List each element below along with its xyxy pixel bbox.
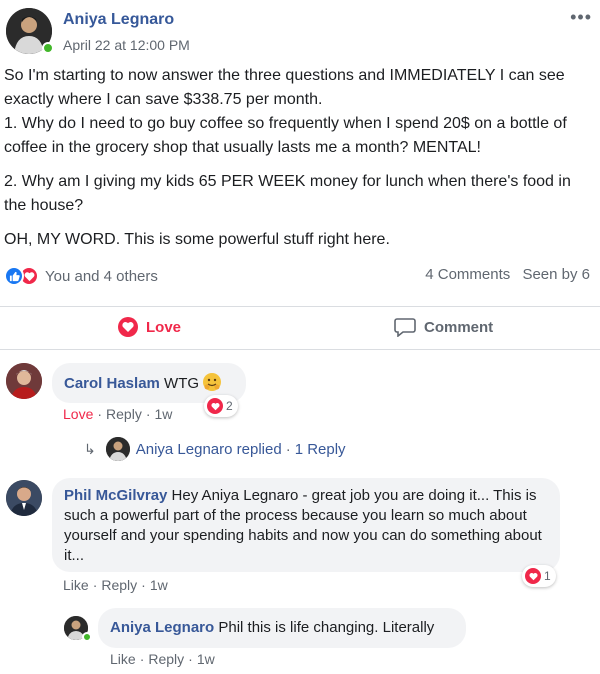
comment-author-name[interactable]: Carol Haslam [64,375,160,392]
post-text-line: So I'm starting to now answer the three … [4,67,565,108]
love-icon [118,317,138,337]
reactions-text: You and 4 others [45,267,158,285]
comment-reaction-count: 2 [226,399,233,413]
reactions-summary[interactable]: You and 4 others [4,264,158,288]
comment-like-link[interactable]: Like [63,577,89,593]
reply-like-link[interactable]: Like [110,651,136,667]
comment-meta: Like · Reply · 1w [63,577,168,593]
comment-button-label: Comment [424,318,494,336]
post-text-line: 1. Why do I need to go buy coffee so fre… [4,115,567,156]
replies-count-link[interactable]: 1 Reply [295,441,346,458]
post-timestamp[interactable]: April 22 at 12:00 PM [63,37,190,53]
reply-bubble: Aniya Legnaro Phil this is life changing… [98,608,466,648]
post-body: So I'm starting to now answer the three … [4,64,592,252]
more-options-icon[interactable]: ••• [570,7,592,28]
comment-reply-link[interactable]: Reply [101,577,137,593]
commenter-avatar[interactable] [6,480,42,516]
comment-button[interactable]: Comment [394,317,493,337]
reply-meta: Like · Reply · 1w [110,651,215,667]
comment-author-name[interactable]: Phil McGilvray [64,487,167,504]
comment-reply-link[interactable]: Reply [106,406,142,422]
comment-icon [394,318,416,337]
online-status-icon [42,42,54,54]
comment-bubble: Phil McGilvray Hey Aniya Legnaro - great… [52,478,560,572]
reply-time[interactable]: 1w [197,651,215,667]
reply-arrow-icon: ↳ [84,440,96,457]
seen-by-link[interactable]: Seen by 6 [522,266,590,283]
post-text-line: OH, MY WORD. This is some powerful stuff… [4,231,390,248]
comment-text: WTG [164,375,200,392]
love-button[interactable]: Love [118,317,181,337]
love-reaction-icon [207,398,223,414]
comment-reaction-count: 1 [544,569,551,583]
comment-reaction-badge[interactable]: 1 [522,565,556,587]
like-reaction-icon [4,266,24,286]
hug-emoji-icon [203,373,222,391]
love-button-label: Love [146,318,182,336]
commenter-avatar[interactable] [6,363,42,399]
comment-reaction-badge[interactable]: 2 [204,395,238,417]
post-author-name[interactable]: Aniya Legnaro [63,11,174,29]
comments-count-link[interactable]: 4 Comments [425,266,510,283]
reply-text: Phil this is life changing. Literally [218,619,435,636]
online-status-icon [82,632,92,642]
replied-author: Aniya Legnaro [135,440,233,458]
comment-time[interactable]: 1w [155,406,173,422]
comment-time[interactable]: 1w [150,577,168,593]
post-action-bar: Love Comment [0,306,600,350]
comment-love-link[interactable]: Love [63,406,93,422]
love-reaction-icon [525,568,541,584]
replied-verb: replied [236,440,282,458]
reply-author-name[interactable]: Aniya Legnaro [110,619,214,636]
reply-reply-link[interactable]: Reply [148,651,184,667]
post-header: Aniya Legnaro April 22 at 12:00 PM ••• [0,0,600,62]
post-text-line: 2. Why am I giving my kids 65 PER WEEK m… [4,173,571,214]
post-stats: 4 Comments Seen by 6 [417,266,590,283]
reply-author-avatar [105,437,130,461]
replies-summary[interactable]: ↳ Aniya Legnaro replied · 1 Reply [84,437,346,461]
comment-meta: Love · Reply · 1w [63,406,173,422]
